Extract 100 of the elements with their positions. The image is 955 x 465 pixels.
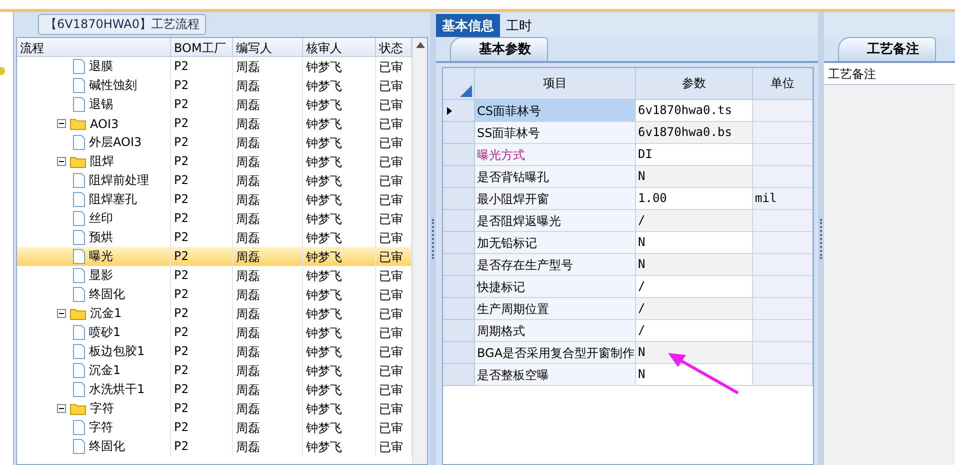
- tab[interactable]: 基本信息: [436, 14, 500, 37]
- table-cell[interactable]: CS面菲林号: [475, 100, 636, 122]
- table-cell[interactable]: 是否整板空曝: [475, 364, 636, 386]
- table-cell[interactable]: 是否背钻曝孔: [475, 166, 636, 188]
- document-icon: [73, 420, 85, 435]
- table-cell[interactable]: [753, 254, 813, 276]
- collapse-icon[interactable]: [57, 156, 66, 166]
- table-cell[interactable]: BGA是否采用复合型开窗制作: [475, 342, 636, 364]
- column-header[interactable]: 核审人: [303, 38, 376, 56]
- table-cell[interactable]: DI: [636, 144, 753, 166]
- table-cell[interactable]: SS面菲林号: [475, 122, 636, 144]
- table-cell[interactable]: 6v1870hwa0.bs: [636, 122, 753, 144]
- notes-header: 工艺备注: [824, 63, 955, 85]
- table-cell[interactable]: 快捷标记: [475, 276, 636, 298]
- tree-item-label: 阻焊: [90, 153, 114, 170]
- document-icon: [73, 439, 85, 454]
- table-cell[interactable]: mil: [753, 188, 813, 210]
- column-header[interactable]: 编写人: [233, 38, 303, 56]
- tree-item-label: 字符: [89, 419, 113, 436]
- table-cell[interactable]: /: [636, 210, 753, 232]
- sub-tab[interactable]: 基本参数: [450, 37, 548, 61]
- tree-item-label: 字符: [90, 400, 114, 417]
- document-icon: [73, 344, 85, 359]
- table-cell[interactable]: 加无铅标记: [475, 232, 636, 254]
- document-icon: [73, 211, 85, 226]
- table-cell[interactable]: /: [636, 320, 753, 342]
- document-icon: [73, 325, 85, 340]
- document-icon: [73, 192, 85, 207]
- tree-item-label: 丝印: [89, 210, 113, 227]
- table-cell[interactable]: [753, 364, 813, 386]
- row-header[interactable]: [443, 100, 475, 122]
- table-cell[interactable]: 曝光方式: [475, 144, 636, 166]
- table-cell[interactable]: 是否存在生产型号: [475, 254, 636, 276]
- tree-item-label: 外层AOI3: [89, 134, 142, 151]
- document-icon: [73, 249, 85, 264]
- table-cell[interactable]: [753, 122, 813, 144]
- tree-item-label: 水洗烘干1: [89, 381, 145, 398]
- scroll-up-icon[interactable]: [416, 42, 424, 48]
- tree-item-label: AOI3: [90, 116, 119, 130]
- corner-triangle-icon: [460, 85, 472, 97]
- folder-icon: [70, 155, 86, 168]
- table-cell[interactable]: [753, 232, 813, 254]
- document-icon: [73, 135, 85, 150]
- sub-tab[interactable]: 工艺备注: [838, 37, 936, 61]
- tree-item-label: 沉金1: [90, 305, 122, 322]
- annotation-arrow: [668, 351, 740, 395]
- table-cell[interactable]: /: [636, 276, 753, 298]
- folder-icon: [70, 307, 86, 320]
- tree-item-label: 预烘: [89, 229, 113, 246]
- table-cell[interactable]: [753, 276, 813, 298]
- table-cell[interactable]: 周期格式: [475, 320, 636, 342]
- collapse-icon[interactable]: [57, 118, 66, 128]
- column-header[interactable]: BOM工厂: [171, 38, 233, 56]
- collapse-icon[interactable]: [57, 308, 66, 318]
- table-cell[interactable]: /: [636, 298, 753, 320]
- table-cell[interactable]: [753, 320, 813, 342]
- table-cell[interactable]: N: [636, 232, 753, 254]
- tab[interactable]: 工时: [500, 14, 538, 37]
- document-icon: [73, 173, 85, 188]
- document-icon: [73, 230, 85, 245]
- table-cell[interactable]: N: [636, 342, 753, 364]
- table-cell[interactable]: 最小阻焊开窗: [475, 188, 636, 210]
- table-cell[interactable]: 1.00: [636, 188, 753, 210]
- tree-item-label: 退膜: [89, 58, 113, 75]
- collapse-icon[interactable]: [57, 404, 66, 412]
- table-cell[interactable]: N: [636, 364, 753, 386]
- document-icon: [73, 363, 85, 378]
- table-cell[interactable]: [753, 210, 813, 232]
- table-cell[interactable]: [753, 166, 813, 188]
- document-icon: [73, 268, 85, 283]
- document-icon: [73, 97, 85, 112]
- table-cell[interactable]: [753, 100, 813, 122]
- table-row[interactable]: 曝光 P2 周磊 钟梦飞 已审: [17, 247, 412, 266]
- table-cell[interactable]: [753, 342, 813, 364]
- tree-item-label: 阻焊塞孔: [89, 191, 137, 208]
- document-icon: [73, 78, 85, 93]
- column-header[interactable]: 流程: [17, 38, 171, 56]
- table-cell[interactable]: [753, 298, 813, 320]
- tree-item-label: 碱性蚀刻: [89, 77, 137, 94]
- document-icon: [73, 59, 85, 74]
- table-cell[interactable]: N: [636, 166, 753, 188]
- tree-item-label: 显影: [89, 267, 113, 284]
- panel-title: 【6V1870HWA0】工艺流程: [38, 14, 206, 35]
- document-icon: [73, 382, 85, 397]
- scrollbar[interactable]: [412, 38, 427, 464]
- tree-item-label: 板边包胶1: [89, 343, 145, 360]
- table-cell[interactable]: 是否阻焊返曝光: [475, 210, 636, 232]
- document-icon: [73, 287, 85, 302]
- tree-item-label: 终固化: [89, 286, 125, 303]
- current-row-icon: [447, 106, 452, 114]
- tree-item-label: 终固化: [89, 438, 125, 455]
- tree-item-label: 沉金1: [89, 362, 121, 379]
- tree-item-label: 喷砂1: [89, 324, 121, 341]
- table-cell[interactable]: 生产周期位置: [475, 298, 636, 320]
- table-cell: P2: [171, 437, 233, 456]
- table-cell[interactable]: N: [636, 254, 753, 276]
- table-cell[interactable]: 6v1870hwa0.ts: [636, 100, 753, 122]
- table-cell[interactable]: [753, 144, 813, 166]
- table-cell: 钟梦飞: [303, 437, 376, 456]
- tree-item-label: 阻焊前处理: [89, 172, 149, 189]
